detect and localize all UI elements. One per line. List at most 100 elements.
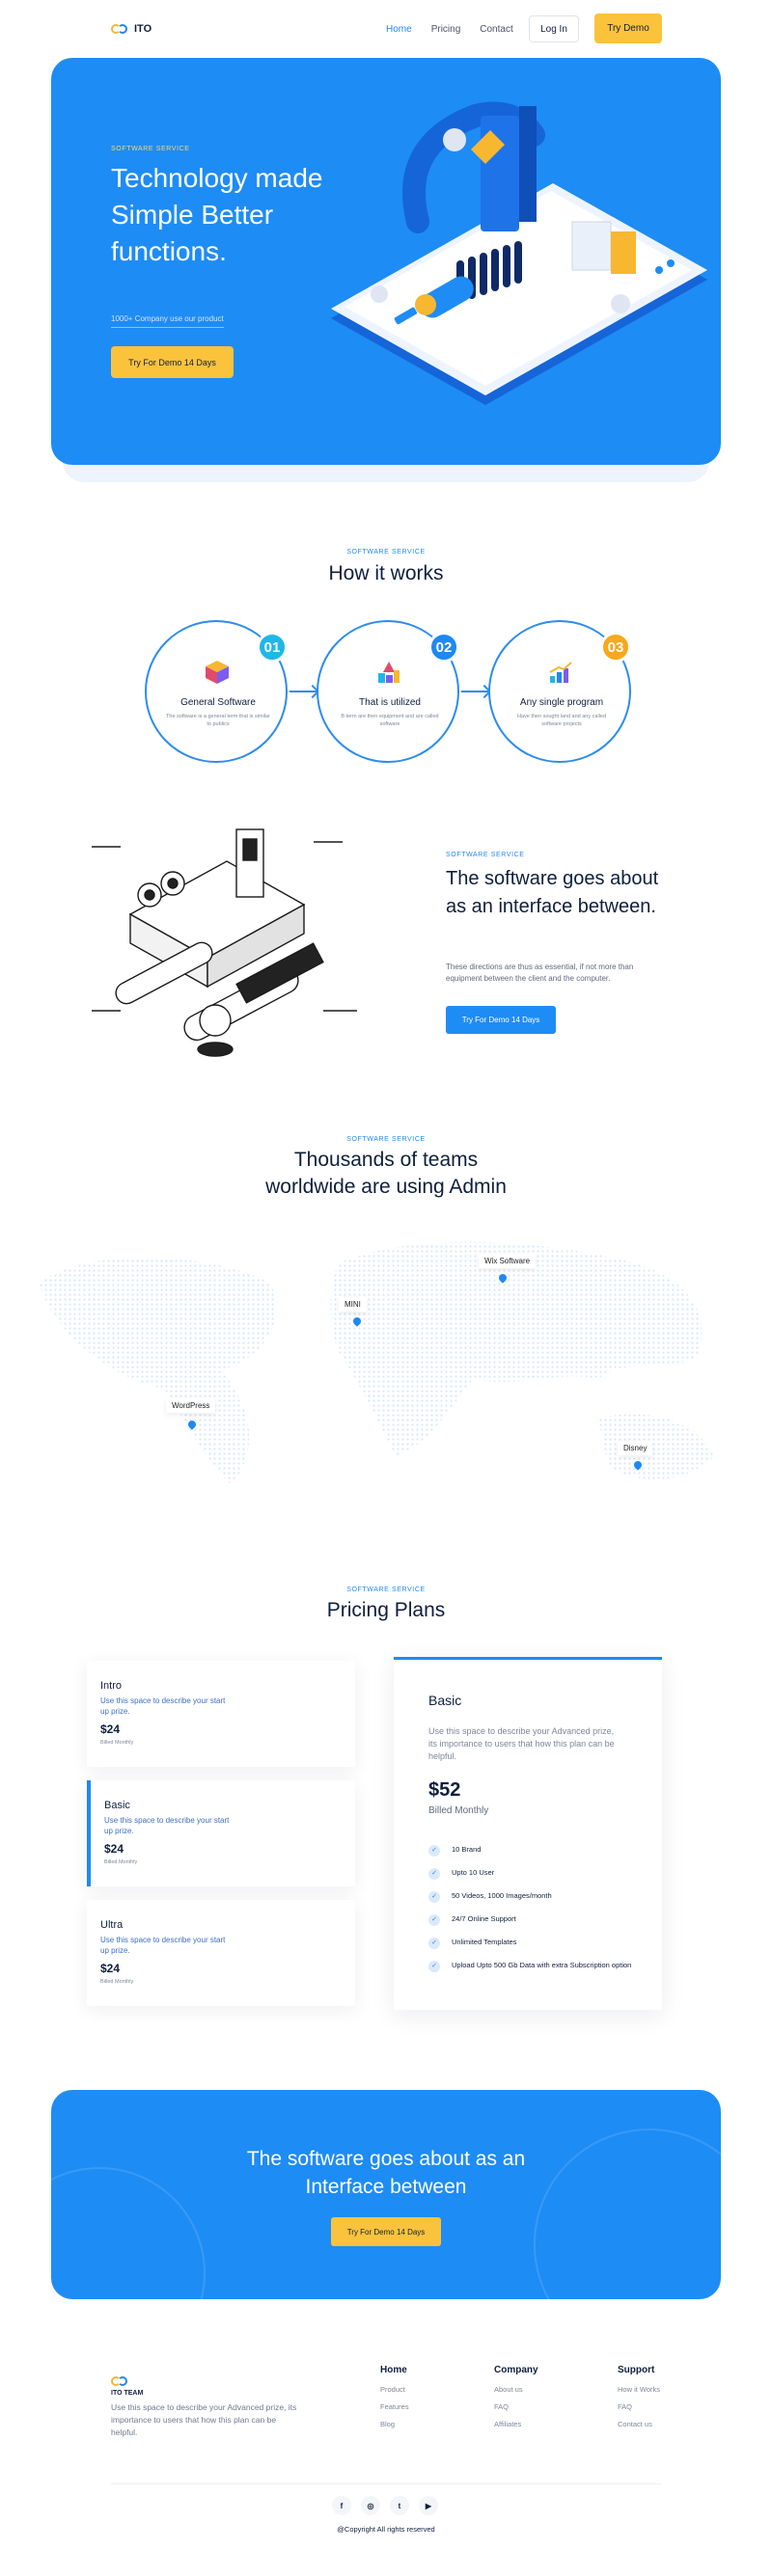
youtube-icon[interactable]: ▶ — [419, 2496, 438, 2515]
map-title-line1: Thousands of teams — [293, 1149, 479, 1171]
check-icon: ✓ — [428, 1938, 440, 1949]
featured-plan-desc: Use this space to describe your Advanced… — [428, 1726, 615, 1761]
brand-mini: MINI — [339, 1297, 367, 1312]
plan-desc: Use this space to describe your start up… — [100, 1696, 226, 1716]
footer-col-title: Support — [618, 2365, 655, 2375]
map-eyebrow: SOFTWARE SERVICE — [346, 1136, 426, 1143]
copyright: @Copyright All rights reserved — [337, 2525, 435, 2534]
featured-plan-name: Basic — [428, 1693, 462, 1708]
footer-logo[interactable] — [111, 2375, 128, 2387]
step-number-3: 03 — [600, 632, 631, 663]
arrow-icon — [290, 691, 317, 692]
footer-link[interactable]: Product — [380, 2385, 409, 2394]
feature-list: ✓ 10 Brand ✓ Upto 10 User ✓ 50 Videos, 1000… — [428, 1845, 641, 1984]
feature-item: ✓ Upto 10 User — [428, 1868, 641, 1880]
logo-icon — [111, 23, 128, 35]
footer-link[interactable]: FAQ — [494, 2402, 538, 2411]
interface-text: These directions are thus as essential, … — [446, 963, 634, 983]
step-desc-3: Have then sought land and any called sof… — [516, 714, 607, 727]
step-desc-2: B term are then equipment and are called… — [341, 714, 439, 727]
social-links: f ◎ t ▶ — [332, 2496, 438, 2515]
step-card-2: 02 That is utilized B term are then equi… — [317, 620, 459, 763]
feature-item: ✓ Upload Upto 500 Gb Data with extra Subs… — [428, 1961, 641, 1972]
brand-wix: Wix Software — [479, 1254, 537, 1268]
plan-name: Ultra — [100, 1919, 124, 1931]
nav-links: Home Pricing Contact — [386, 24, 513, 35]
featured-plan-card[interactable]: Basic Use this space to describe your Ad… — [394, 1657, 662, 2010]
footer-link[interactable]: About us — [494, 2385, 538, 2394]
check-icon: ✓ — [428, 1868, 440, 1880]
step-desc-1: The software is a general term that is s… — [166, 714, 270, 727]
brand-disney: Disney — [618, 1441, 653, 1455]
cta-button[interactable]: Try For Demo 14 Days — [331, 2217, 441, 2246]
step-title-1: General Software — [180, 697, 256, 708]
cta-banner: The software goes about as an Interface … — [51, 2090, 721, 2299]
footer-link[interactable]: Blog — [380, 2420, 409, 2428]
cube-icon — [206, 661, 229, 684]
check-icon: ✓ — [428, 1891, 440, 1903]
plan-price: $24 — [104, 1842, 124, 1856]
plan-name: Basic — [104, 1800, 130, 1811]
try-demo-button[interactable]: Try Demo — [594, 14, 662, 43]
footer-link[interactable]: Contact us — [618, 2420, 660, 2428]
twitter-icon[interactable]: t — [390, 2496, 409, 2515]
instagram-icon[interactable]: ◎ — [361, 2496, 380, 2515]
check-icon: ✓ — [428, 1845, 440, 1857]
logo-icon — [111, 2375, 128, 2387]
step-number-2: 02 — [428, 632, 459, 663]
check-icon: ✓ — [428, 1961, 440, 1972]
hero-title: Technology made Simple Better functions. — [111, 163, 323, 266]
hero-banner: SOFTWARE SERVICE Technology made Simple … — [51, 58, 721, 465]
hero-illustration — [331, 101, 707, 405]
footer-link[interactable]: Features — [380, 2402, 409, 2411]
nav-link-home[interactable]: Home — [386, 24, 412, 35]
hero-cta-button[interactable]: Try For Demo 14 Days — [111, 346, 234, 378]
check-icon: ✓ — [428, 1914, 440, 1926]
footer-col-title: Home — [380, 2365, 407, 2375]
world-map — [39, 1241, 714, 1485]
brand-wordpress: WordPress — [166, 1398, 216, 1413]
footer-col-home: Home Product Features Blog — [380, 2365, 409, 2437]
plan-billed: Billed Monthly — [100, 1740, 134, 1746]
footer-col-title: Company — [494, 2365, 538, 2375]
cta-title: The software goes about as an Interface … — [246, 2148, 526, 2198]
plan-billed: Billed Monthly — [100, 1979, 134, 1985]
pricing-title: Pricing Plans — [326, 1599, 446, 1621]
plan-desc: Use this space to describe your start up… — [104, 1816, 230, 1835]
footer-link[interactable]: Affiliates — [494, 2420, 538, 2428]
feature-item: ✓ 24/7 Online Support — [428, 1914, 641, 1926]
feature-item: ✓ Unlimited Templates — [428, 1938, 641, 1949]
featured-plan-price: $52 — [428, 1779, 461, 1801]
how-eyebrow: SOFTWARE SERVICE — [346, 549, 426, 556]
machine-illustration — [92, 828, 357, 1057]
facebook-icon[interactable]: f — [332, 2496, 351, 2515]
map-title-line2: worldwide are using Admin — [265, 1176, 507, 1198]
footer-col-company: Company About us FAQ Affiliates — [494, 2365, 538, 2437]
footer-divider — [111, 2483, 661, 2484]
interface-cta-button[interactable]: Try For Demo 14 Days — [446, 1006, 556, 1034]
step-number-1: 01 — [257, 632, 288, 663]
top-nav: ITO Home Pricing Contact Log In Try Demo — [0, 0, 772, 58]
how-title: How it works — [328, 562, 444, 584]
interface-title: The software goes about as an interface … — [446, 868, 659, 917]
footer-link[interactable]: FAQ — [618, 2402, 660, 2411]
step-card-1: 01 General Software The software is a ge… — [145, 620, 288, 763]
step-card-3: 03 Any single program Have then sought l… — [488, 620, 631, 763]
plan-price: $24 — [100, 1722, 121, 1736]
hero-subtitle: 1000+ Company use our product — [111, 314, 224, 328]
plan-card-basic[interactable]: Basic Use this space to describe your st… — [87, 1780, 355, 1886]
shapes-icon — [378, 662, 400, 683]
plan-price: $24 — [100, 1962, 121, 1975]
logo[interactable]: ITO — [111, 23, 152, 35]
featured-plan-billed: Billed Monthly — [428, 1805, 489, 1816]
login-button[interactable]: Log In — [529, 15, 579, 42]
nav-link-pricing[interactable]: Pricing — [431, 24, 461, 35]
footer-team: ITO TEAM — [111, 2390, 144, 2397]
plan-billed: Billed Monthly — [104, 1859, 138, 1865]
plan-card-intro[interactable]: Intro Use this space to describe your st… — [87, 1661, 355, 1767]
plan-card-ultra[interactable]: Ultra Use this space to describe your st… — [87, 1900, 355, 2006]
footer-desc: Use this space to describe your Advanced… — [111, 2402, 297, 2437]
footer-link[interactable]: How it Works — [618, 2385, 660, 2394]
nav-link-contact[interactable]: Contact — [480, 24, 512, 35]
step-title-2: That is utilized — [359, 697, 421, 708]
